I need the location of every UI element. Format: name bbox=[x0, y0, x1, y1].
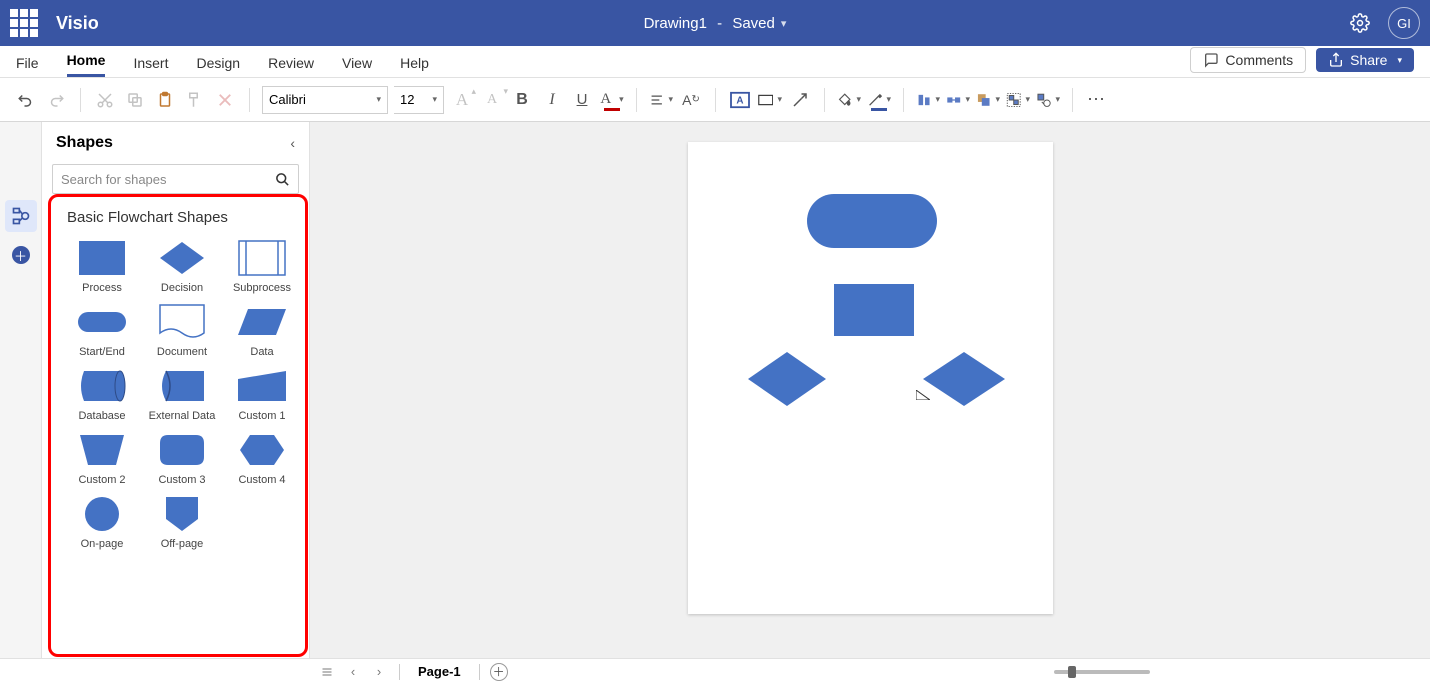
share-button[interactable]: Share ▾ bbox=[1316, 48, 1414, 72]
document-name: Drawing1 bbox=[644, 15, 707, 32]
search-icon[interactable] bbox=[275, 172, 290, 187]
change-shape-button[interactable]: ▾ bbox=[1036, 88, 1060, 112]
document-title[interactable]: Drawing1 - Saved ▾ bbox=[644, 15, 787, 32]
connector-button[interactable] bbox=[788, 88, 812, 112]
ribbon-toolbar: Calibri▾ 12▾ A▴ A▾ B I U A▾ ▾ A↻ A ▾ ▾ ▾… bbox=[0, 78, 1430, 122]
next-page-button[interactable]: › bbox=[369, 662, 389, 682]
tab-review[interactable]: Review bbox=[268, 55, 314, 77]
avatar[interactable]: GI bbox=[1388, 7, 1420, 39]
font-size-selector[interactable]: 12▾ bbox=[394, 86, 444, 114]
paste-button[interactable] bbox=[153, 88, 177, 112]
shape-custom4[interactable]: Custom 4 bbox=[223, 432, 301, 486]
shape-custom2[interactable]: Custom 2 bbox=[63, 432, 141, 486]
app-name: Visio bbox=[56, 13, 99, 34]
tab-home[interactable]: Home bbox=[67, 52, 106, 77]
line-color-button[interactable]: ▾ bbox=[867, 88, 891, 112]
comment-icon bbox=[1203, 52, 1219, 68]
redo-button[interactable] bbox=[44, 88, 68, 112]
text-rotate-button[interactable]: A↻ bbox=[679, 88, 703, 112]
canvas[interactable] bbox=[310, 122, 1430, 658]
tab-view[interactable]: View bbox=[342, 55, 372, 77]
underline-button[interactable]: U bbox=[570, 88, 594, 112]
shape-data[interactable]: Data bbox=[223, 304, 301, 358]
align-shapes-button[interactable]: ▾ bbox=[916, 88, 940, 112]
stencils-rail-button[interactable] bbox=[5, 200, 37, 232]
undo-button[interactable] bbox=[14, 88, 38, 112]
shape-document[interactable]: Document bbox=[143, 304, 221, 358]
bold-button[interactable]: B bbox=[510, 88, 534, 112]
shape-onpage[interactable]: On-page bbox=[63, 496, 141, 550]
shape-process[interactable]: Process bbox=[63, 240, 141, 294]
canvas-shape-decision-left[interactable] bbox=[748, 352, 826, 406]
chevron-down-icon: ▾ bbox=[1397, 55, 1402, 66]
share-icon bbox=[1328, 52, 1344, 68]
shapes-panel-title: Shapes bbox=[56, 134, 113, 152]
cursor-indicator-icon bbox=[916, 390, 930, 400]
font-color-button[interactable]: A▾ bbox=[600, 88, 624, 112]
chevron-down-icon[interactable]: ▾ bbox=[781, 17, 787, 30]
fill-color-button[interactable]: ▾ bbox=[837, 88, 861, 112]
shape-grid: Process Decision Subprocess Start/End Do… bbox=[63, 240, 301, 550]
shape-offpage[interactable]: Off-page bbox=[143, 496, 221, 550]
shape-startend[interactable]: Start/End bbox=[63, 304, 141, 358]
save-status: Saved bbox=[732, 15, 775, 32]
page-tab-1[interactable]: Page-1 bbox=[410, 664, 469, 679]
more-button[interactable]: ⋯ bbox=[1085, 88, 1109, 112]
chevron-down-icon: ▾ bbox=[432, 94, 437, 105]
add-stencil-button[interactable]: ＋ bbox=[12, 246, 30, 264]
bring-front-button[interactable]: ▾ bbox=[976, 88, 1000, 112]
search-placeholder: Search for shapes bbox=[61, 172, 167, 187]
decrease-font-button[interactable]: A▾ bbox=[480, 88, 504, 112]
tab-insert[interactable]: Insert bbox=[133, 55, 168, 77]
tab-help[interactable]: Help bbox=[400, 55, 429, 77]
left-rail: ＋ bbox=[0, 122, 42, 658]
shape-database[interactable]: Database bbox=[63, 368, 141, 422]
tab-design[interactable]: Design bbox=[196, 55, 240, 77]
canvas-shape-decision-right[interactable] bbox=[923, 352, 1005, 406]
format-painter-button[interactable] bbox=[183, 88, 207, 112]
add-page-button[interactable]: ＋ bbox=[490, 663, 508, 681]
prev-page-button[interactable]: ‹ bbox=[343, 662, 363, 682]
shape-custom1[interactable]: Custom 1 bbox=[223, 368, 301, 422]
text-block-button[interactable]: A bbox=[728, 88, 752, 112]
copy-button[interactable] bbox=[123, 88, 147, 112]
tab-file[interactable]: File bbox=[16, 55, 39, 77]
font-name-selector[interactable]: Calibri▾ bbox=[262, 86, 388, 114]
title-bar: Visio Drawing1 - Saved ▾ GI bbox=[0, 0, 1430, 46]
align-button[interactable]: ▾ bbox=[649, 88, 673, 112]
cut-button[interactable] bbox=[93, 88, 117, 112]
page-tabs-bar: ‹ › Page-1 ＋ bbox=[311, 658, 1430, 684]
stencil-title: Basic Flowchart Shapes bbox=[63, 209, 301, 226]
shape-subprocess[interactable]: Subprocess bbox=[223, 240, 301, 294]
shape-externaldata[interactable]: External Data bbox=[143, 368, 221, 422]
comments-button[interactable]: Comments bbox=[1190, 47, 1306, 73]
shapes-panel: Shapes ‹ Search for shapes Basic Flowcha… bbox=[42, 122, 310, 658]
italic-button[interactable]: I bbox=[540, 88, 564, 112]
group-button[interactable]: ▾ bbox=[1006, 88, 1030, 112]
canvas-shape-startend[interactable] bbox=[807, 194, 937, 248]
shape-style-button[interactable]: ▾ bbox=[758, 88, 782, 112]
zoom-slider[interactable] bbox=[1054, 670, 1150, 674]
menu-bar: File Home Insert Design Review View Help… bbox=[0, 46, 1430, 78]
chevron-down-icon: ▾ bbox=[376, 94, 381, 105]
drawing-page[interactable] bbox=[688, 142, 1053, 614]
shape-decision[interactable]: Decision bbox=[143, 240, 221, 294]
canvas-shape-process[interactable] bbox=[834, 284, 914, 336]
svg-text:A: A bbox=[736, 95, 743, 106]
main-area: ＋ Shapes ‹ Search for shapes Basic Flowc… bbox=[0, 122, 1430, 658]
app-launcher-icon[interactable] bbox=[10, 9, 38, 37]
position-button[interactable]: ▾ bbox=[946, 88, 970, 112]
all-pages-button[interactable] bbox=[317, 662, 337, 682]
delete-button[interactable] bbox=[213, 88, 237, 112]
shape-custom3[interactable]: Custom 3 bbox=[143, 432, 221, 486]
collapse-panel-button[interactable]: ‹ bbox=[290, 135, 295, 151]
search-input[interactable]: Search for shapes bbox=[52, 164, 299, 194]
increase-font-button[interactable]: A▴ bbox=[450, 88, 474, 112]
highlighted-stencil-region: Basic Flowchart Shapes Process Decision … bbox=[48, 194, 308, 657]
settings-icon[interactable] bbox=[1350, 13, 1370, 33]
